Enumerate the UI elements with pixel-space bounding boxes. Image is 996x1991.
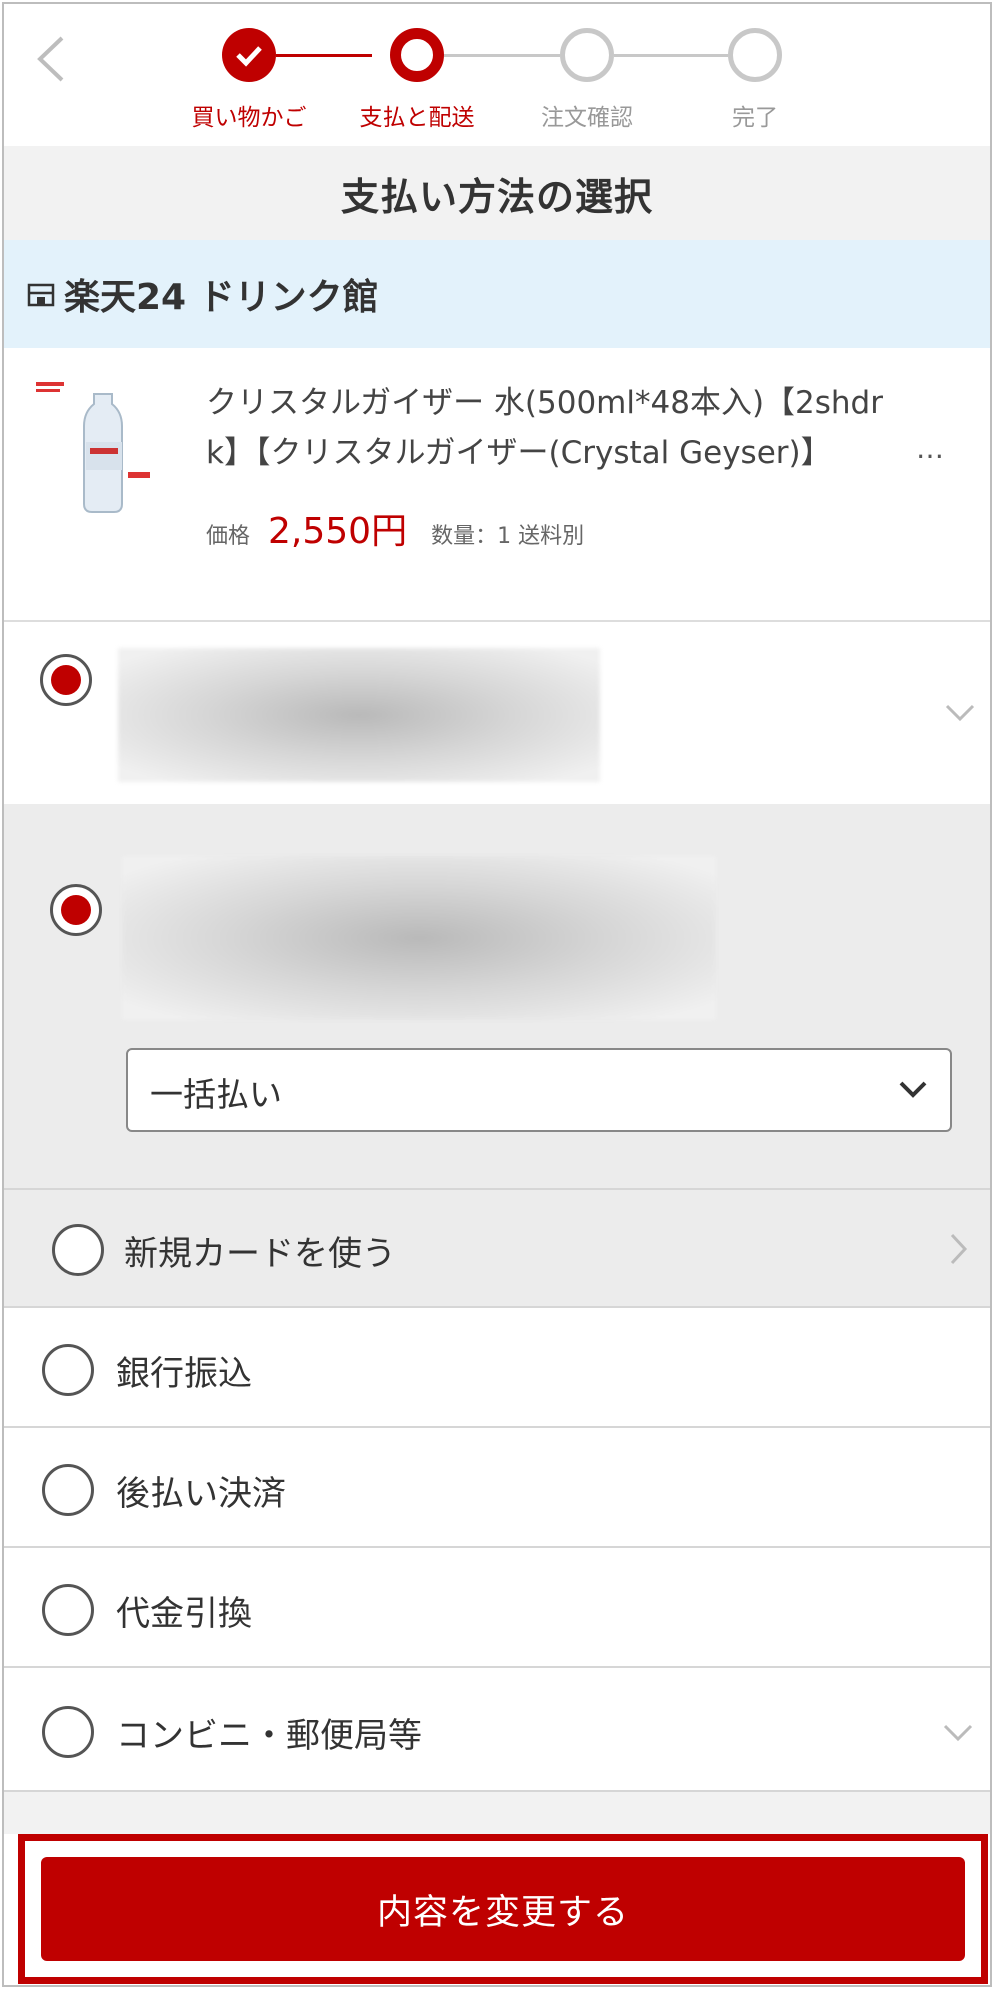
product-name[interactable]: クリスタルガイザー 水(500ml*48本入)【2shdr k】【クリスタルガイ…: [206, 378, 906, 478]
check-icon: [236, 46, 262, 67]
price-label: 価格: [206, 524, 251, 549]
option-label-cod: 代金引換: [116, 1594, 252, 1634]
step-connector: [614, 54, 728, 57]
shop-icon: [27, 283, 55, 307]
step-label-complete: 完了: [732, 105, 778, 131]
price-row: 価格 2,550円 数量：1 送料別: [206, 502, 584, 554]
payment-option-card[interactable]: [4, 622, 990, 804]
product-name-line-1: クリスタルガイザー 水(500ml*48本入)【2shdr: [206, 385, 883, 421]
radio-card[interactable]: [40, 654, 92, 706]
step-label-payment: 支払と配送: [359, 105, 475, 131]
back-chevron-icon[interactable]: [32, 34, 70, 84]
installment-selected-value: 一括払い: [150, 1075, 282, 1114]
title-bar: 支払い方法の選択: [4, 146, 990, 241]
shop-name: 楽天24 ドリンク館: [64, 277, 379, 318]
checkout-screen: 買い物かご 支払と配送 注文確認 完了 支払い方法の選択 楽天24 ドリンク館 …: [2, 2, 992, 1987]
option-label-convenience: コンビニ・郵便局等: [116, 1716, 422, 1756]
quantity-shipping: 数量：1 送料別: [431, 524, 585, 549]
footer-spacer: [4, 1792, 990, 1834]
card-detail-section: [4, 804, 990, 1190]
new-card-label: 新規カードを使う: [124, 1234, 396, 1274]
checkout-stepper: 買い物かご 支払と配送 注文確認 完了: [4, 4, 990, 146]
product-name-line-2: k】【クリスタルガイザー(Crystal Geyser)】: [206, 435, 832, 471]
installment-select[interactable]: 一括払い: [126, 1048, 952, 1132]
product-item: クリスタルガイザー 水(500ml*48本入)【2shdr k】【クリスタルガイ…: [4, 348, 990, 622]
redacted-saved-card: [122, 856, 716, 1020]
more-icon[interactable]: …: [916, 432, 946, 465]
radio-bank-transfer[interactable]: [42, 1344, 94, 1396]
option-label-bank-transfer: 銀行振込: [116, 1354, 252, 1394]
chevron-right-icon: [950, 1233, 968, 1265]
shop-header: 楽天24 ドリンク館: [4, 240, 990, 348]
new-card-option[interactable]: 新規カードを使う: [4, 1190, 990, 1308]
radio-saved-card[interactable]: [50, 884, 102, 936]
price-value: 2,550円: [268, 511, 408, 552]
radio-cod[interactable]: [42, 1584, 94, 1636]
chevron-down-icon[interactable]: [944, 702, 976, 724]
payment-option-convenience[interactable]: コンビニ・郵便局等: [4, 1668, 990, 1792]
product-thumbnail[interactable]: [32, 376, 180, 524]
payment-option-bank-transfer[interactable]: 銀行振込: [4, 1308, 990, 1428]
redacted-card-info: [118, 648, 600, 782]
payment-option-cod[interactable]: 代金引換: [4, 1548, 990, 1668]
step-confirm-indicator: [560, 28, 614, 82]
payment-option-deferred[interactable]: 後払い決済: [4, 1428, 990, 1548]
step-cart-indicator: [222, 28, 276, 82]
step-complete-indicator: [728, 28, 782, 82]
step-payment-indicator: [390, 28, 444, 82]
page-title: 支払い方法の選択: [340, 174, 653, 219]
chevron-down-icon: [899, 1081, 927, 1098]
cta-highlight: 内容を変更する: [18, 1834, 988, 1984]
radio-convenience[interactable]: [42, 1706, 94, 1758]
radio-deferred[interactable]: [42, 1464, 94, 1516]
step-label-confirm: 注文確認: [541, 105, 633, 131]
step-connector: [444, 54, 560, 57]
change-content-button[interactable]: 内容を変更する: [41, 1857, 965, 1961]
option-label-deferred: 後払い決済: [116, 1474, 286, 1514]
radio-new-card[interactable]: [52, 1224, 104, 1276]
step-connector: [276, 54, 372, 57]
step-label-cart: 買い物かご: [191, 105, 307, 131]
chevron-down-icon[interactable]: [942, 1722, 974, 1744]
